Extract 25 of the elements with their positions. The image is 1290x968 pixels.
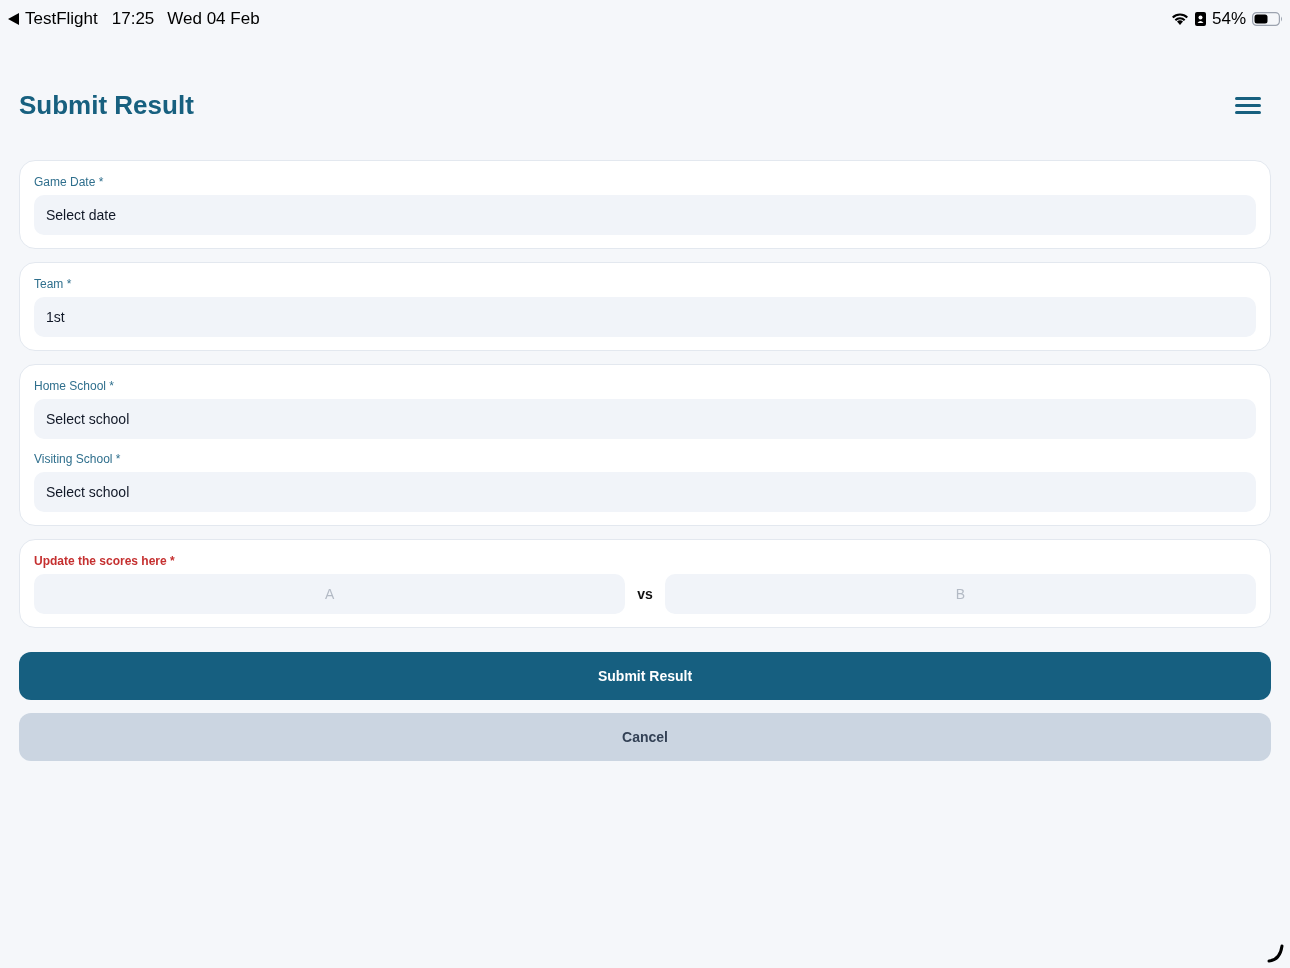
field-label: Visiting School *: [34, 452, 121, 466]
time-text: 17:25: [111, 7, 155, 30]
field-label: Game Date *: [34, 175, 104, 189]
scores-label: Update the scores here *: [34, 554, 175, 568]
select-field[interactable]: Select date: [34, 195, 1256, 235]
page-title: Submit Result: [19, 88, 194, 122]
versus-text: vs: [637, 584, 653, 604]
menu-icon: [1235, 96, 1261, 114]
battery-percent-text: 54%: [1211, 7, 1246, 30]
field-label: Home School *: [34, 379, 115, 393]
field-label: Team *: [34, 277, 72, 291]
select-field[interactable]: Select school: [34, 399, 1256, 439]
score-field[interactable]: B: [664, 574, 1256, 614]
score-field[interactable]: A: [34, 574, 626, 614]
back-app-text[interactable]: TestFlight: [25, 5, 98, 32]
select-field[interactable]: 1st: [34, 297, 1256, 337]
back-icon[interactable]: [8, 12, 19, 25]
person-card-icon: [1194, 11, 1206, 26]
wifi-icon: [1170, 12, 1189, 25]
submit-button[interactable]: Submit Result: [19, 652, 1271, 700]
cancel-button[interactable]: Cancel: [19, 713, 1271, 761]
date-text: Wed 04 Feb: [167, 7, 260, 30]
battery-icon: [1252, 11, 1283, 26]
curve-stroke-icon: [1267, 944, 1284, 963]
select-field[interactable]: Select school: [34, 472, 1256, 512]
